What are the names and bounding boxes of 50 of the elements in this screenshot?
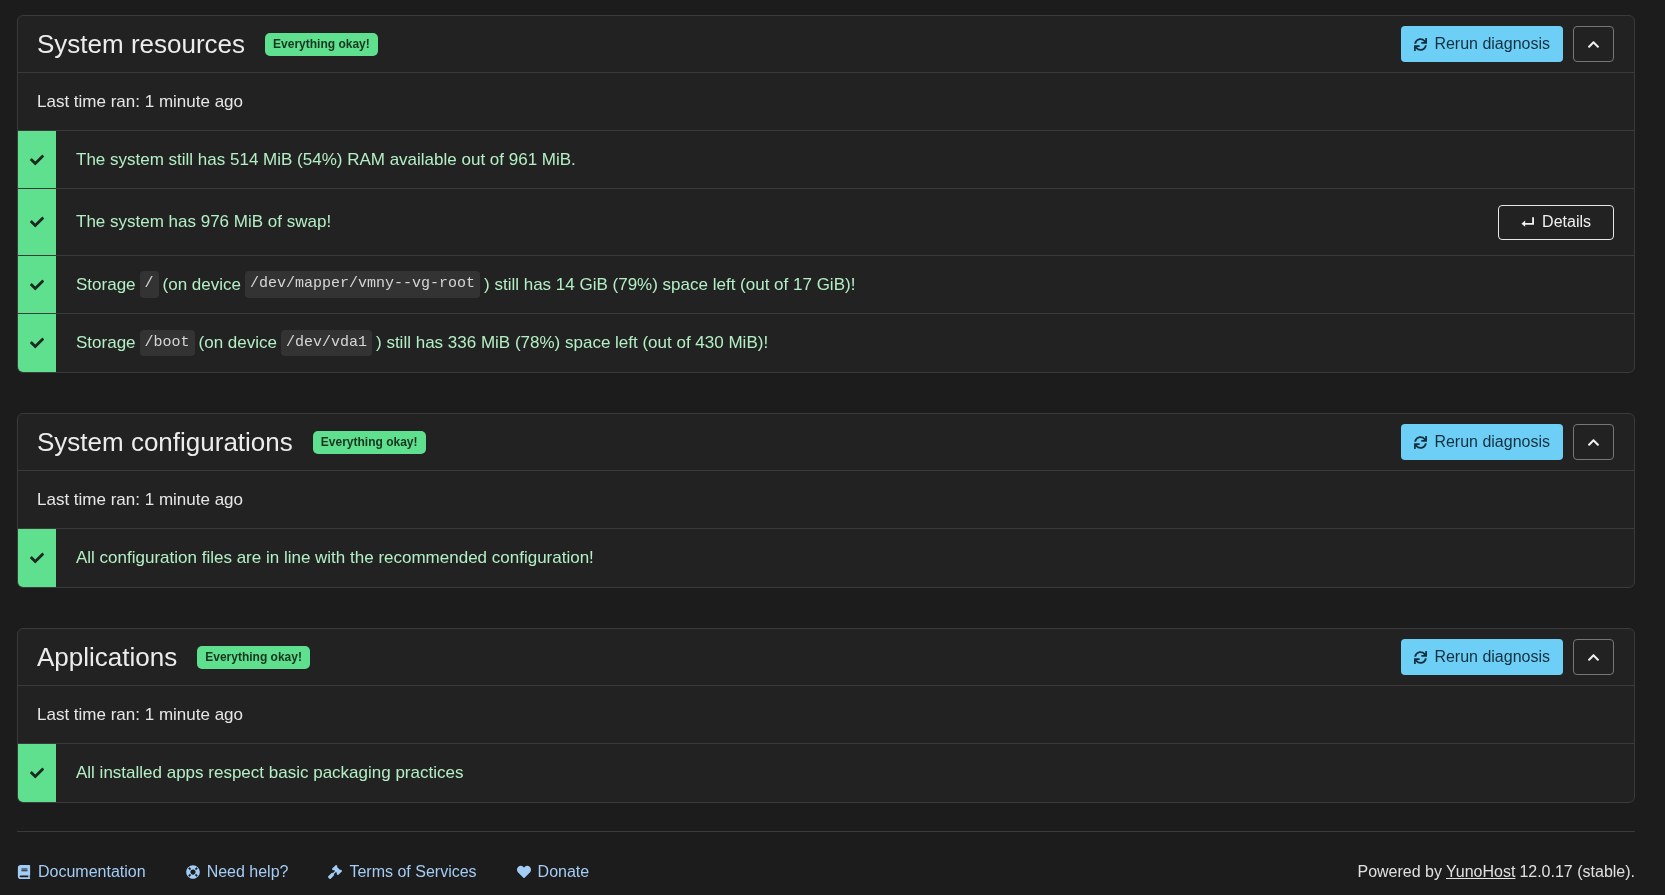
status-badge: Everything okay! — [265, 32, 378, 56]
message-text: (on device — [162, 273, 241, 296]
check-icon — [30, 551, 44, 565]
rerun-diagnosis-button[interactable]: Rerun diagnosis — [1401, 639, 1563, 675]
message-text: The system still has 514 MiB (54%) RAM available out of 961 MiB. — [76, 148, 576, 171]
message-text: Storage — [76, 332, 136, 355]
collapse-button[interactable] — [1573, 424, 1614, 460]
check-icon — [30, 336, 44, 350]
refresh-icon — [1414, 435, 1428, 449]
section-title: Applications — [37, 640, 178, 674]
refresh-icon — [1414, 650, 1428, 664]
details-button[interactable]: Details — [1498, 204, 1614, 240]
check-icon — [30, 766, 44, 780]
message-text: Storage — [76, 273, 136, 296]
collapse-button[interactable] — [1573, 26, 1614, 62]
code-snippet: /boot — [139, 329, 195, 357]
powered-by-text: Powered by YunoHost 12.0.17 (stable). — [1357, 861, 1635, 882]
message-text: All configuration files are in line with the recommended configuration! — [76, 547, 594, 570]
message-text: (on device — [198, 332, 277, 355]
code-snippet: /dev/vda1 — [281, 329, 372, 357]
rerun-diagnosis-button[interactable]: Rerun diagnosis — [1401, 424, 1563, 460]
footer-link[interactable]: Documentation — [17, 859, 146, 884]
code-snippet: / — [139, 271, 159, 298]
message-text: All installed apps respect basic packaging practices — [76, 762, 464, 785]
footer-link[interactable]: Donate — [516, 859, 590, 884]
footer-link[interactable]: Terms of Services — [328, 859, 477, 884]
collapse-button[interactable] — [1573, 639, 1614, 675]
heart-icon — [516, 864, 531, 879]
last-run-text: Last time ran: 1 minute ago — [37, 488, 243, 511]
section-title: System resources — [37, 27, 246, 61]
section-title: System configurations — [37, 425, 293, 459]
last-run-text: Last time ran: 1 minute ago — [37, 703, 243, 726]
book-icon — [17, 864, 31, 879]
return-arrow-icon — [1521, 217, 1535, 227]
check-icon — [30, 215, 44, 229]
message-text: ) still has 336 MiB (78%) space left (out of 430 MiB)! — [376, 332, 769, 355]
status-badge: Everything okay! — [197, 645, 310, 669]
yunohost-link[interactable]: YunoHost — [1446, 862, 1516, 880]
check-icon — [30, 152, 44, 167]
lifebuoy-icon — [185, 864, 200, 879]
message-text: ) still has 14 GiB (79%) space left (out of 17 GiB)! — [484, 273, 856, 296]
gavel-icon — [328, 864, 343, 879]
code-snippet: /dev/mapper/vmny--vg-root — [245, 271, 481, 298]
last-run-text: Last time ran: 1 minute ago — [37, 90, 243, 113]
footer-link[interactable]: Need help? — [185, 859, 289, 884]
status-badge: Everything okay! — [312, 430, 426, 454]
rerun-diagnosis-button[interactable]: Rerun diagnosis — [1401, 26, 1563, 62]
refresh-icon — [1414, 37, 1428, 51]
check-icon — [30, 277, 44, 292]
message-text: The system has 976 MiB of swap! — [76, 211, 332, 234]
